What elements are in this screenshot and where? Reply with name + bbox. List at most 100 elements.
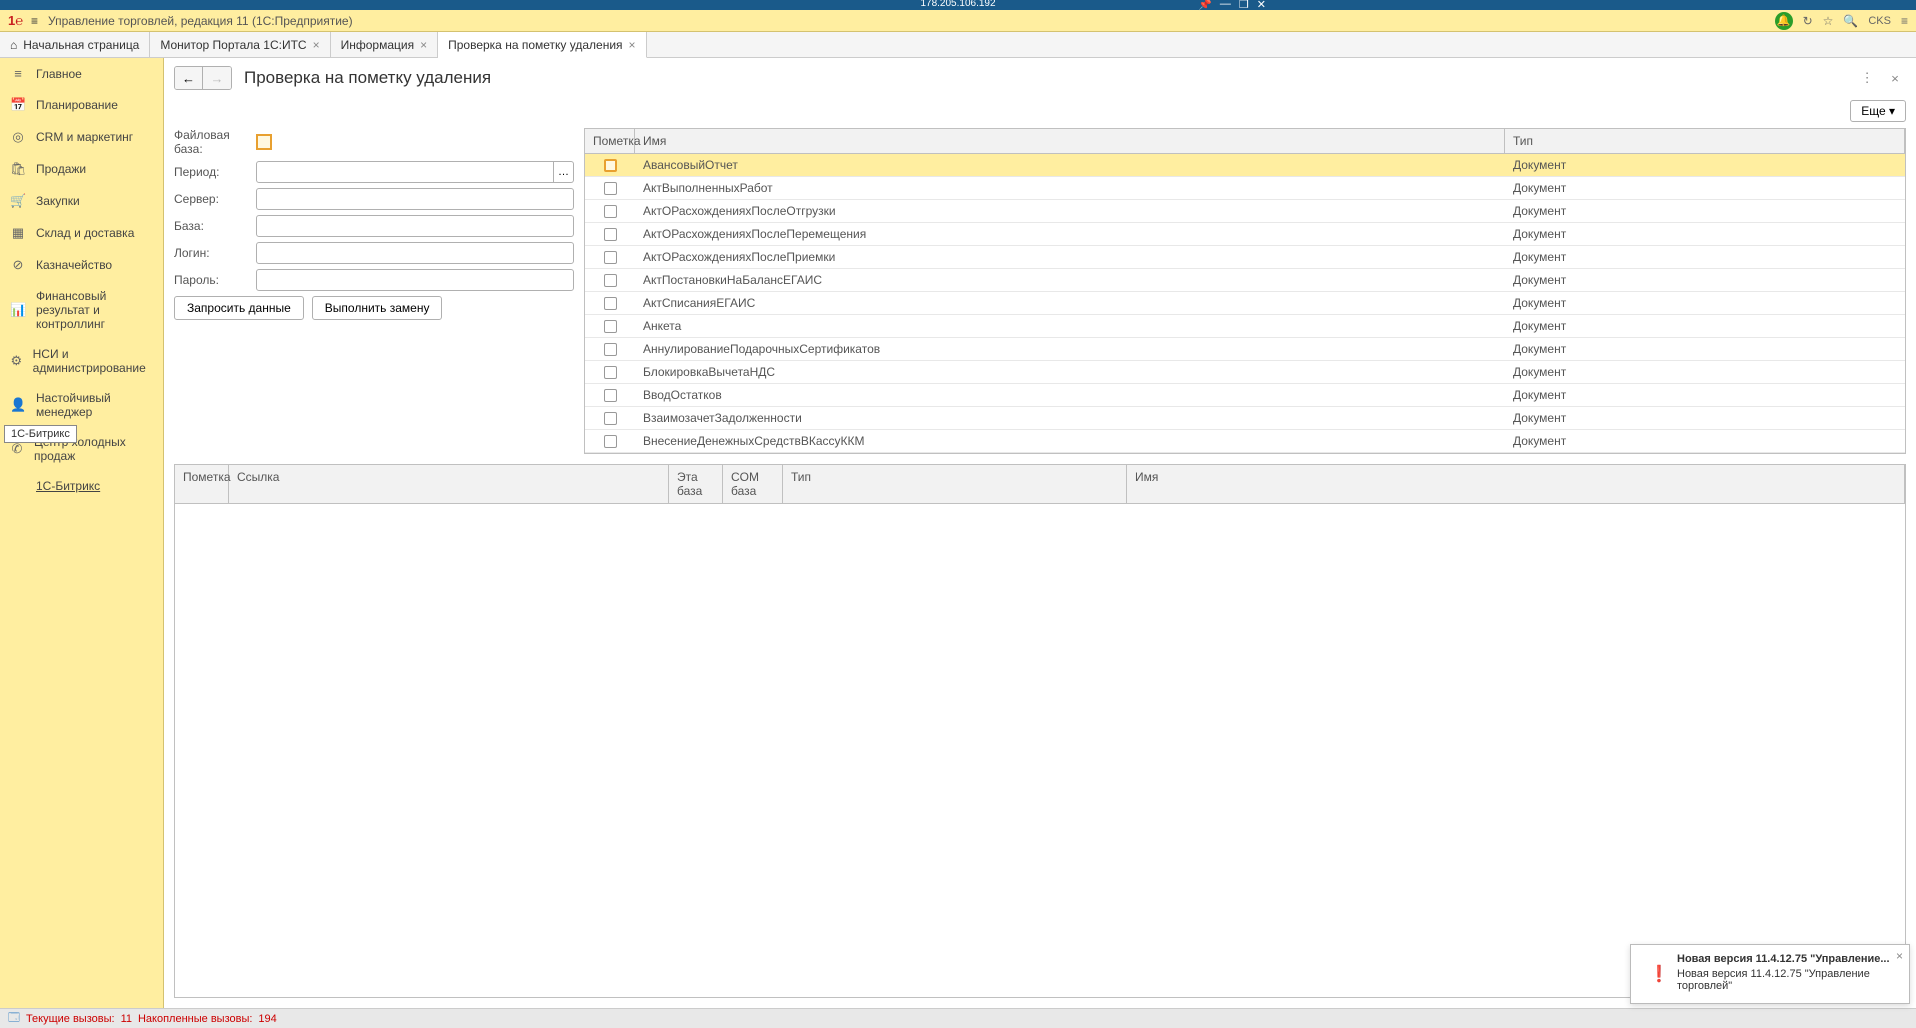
more-button[interactable]: Еще ▾	[1850, 100, 1906, 122]
table-row[interactable]: АнкетаДокумент	[585, 315, 1905, 338]
nav-forward-button[interactable]: →	[203, 67, 231, 89]
sidebar-item-nsi-admin[interactable]: ⚙НСИ и администрирование	[0, 339, 163, 383]
tab-information[interactable]: Информация ×	[331, 32, 439, 57]
file-db-checkbox[interactable]	[256, 134, 272, 150]
tab-check-deletion-mark[interactable]: Проверка на пометку удаления ×	[438, 32, 646, 58]
main-grid[interactable]: Пометка Имя Тип АвансовыйОтчетДокументАк…	[584, 128, 1906, 454]
checkbox-icon[interactable]	[604, 182, 617, 195]
bottom-header-ref[interactable]: Ссылка	[229, 465, 669, 503]
sidebar-item-sales[interactable]: 🛍Продажи	[0, 153, 163, 185]
sidebar-item-crm[interactable]: ◎CRM и маркетинг	[0, 121, 163, 153]
table-row[interactable]: АктОРасхожденияхПослеПриемкиДокумент	[585, 246, 1905, 269]
bottom-header-thisbase[interactable]: Эта база	[669, 465, 723, 503]
execute-replace-button[interactable]: Выполнить замену	[312, 296, 443, 320]
table-row[interactable]: АннулированиеПодарочныхСертификатовДокум…	[585, 338, 1905, 361]
notifications-icon[interactable]: 🔔	[1775, 12, 1793, 30]
table-row[interactable]: АктОРасхожденияхПослеОтгрузкиДокумент	[585, 200, 1905, 223]
row-name: АктОРасхожденияхПослеПриемки	[635, 247, 1505, 267]
sidebar-item-warehouse[interactable]: ▦Склад и доставка	[0, 217, 163, 249]
bottom-header-name[interactable]: Имя	[1127, 465, 1905, 503]
username[interactable]: CKS	[1868, 15, 1891, 27]
checkbox-icon[interactable]	[604, 228, 617, 241]
table-row[interactable]: АвансовыйОтчетДокумент	[585, 154, 1905, 177]
tab-close-icon[interactable]: ×	[313, 38, 320, 52]
base-input[interactable]	[256, 215, 574, 237]
tab-monitor-its[interactable]: Монитор Портала 1С:ИТС ×	[150, 32, 330, 57]
login-input[interactable]	[256, 242, 574, 264]
table-row[interactable]: АктОРасхожденияхПослеПеремещенияДокумент	[585, 223, 1905, 246]
checkbox-icon[interactable]	[604, 205, 617, 218]
row-checkbox-cell[interactable]	[585, 317, 635, 336]
checkbox-icon[interactable]	[604, 435, 617, 448]
remote-close-icon[interactable]: ✕	[1257, 0, 1266, 11]
row-checkbox-cell[interactable]	[585, 432, 635, 451]
row-checkbox-cell[interactable]	[585, 271, 635, 290]
checkbox-icon[interactable]	[604, 320, 617, 333]
remote-restore-icon[interactable]: ❐	[1239, 0, 1249, 11]
remote-pin-icon[interactable]: 📌	[1198, 0, 1212, 11]
close-page-icon[interactable]: ×	[1884, 67, 1906, 89]
checkbox-icon[interactable]	[604, 251, 617, 264]
table-row[interactable]: БлокировкаВычетаНДСДокумент	[585, 361, 1905, 384]
nav-back-button[interactable]: ←	[175, 67, 203, 89]
grid-header-name[interactable]: Имя	[635, 129, 1505, 153]
sidebar-item-purchases[interactable]: 🛒Закупки	[0, 185, 163, 217]
row-checkbox-cell[interactable]	[585, 225, 635, 244]
table-row[interactable]: ВводОстатковДокумент	[585, 384, 1905, 407]
checkbox-icon[interactable]	[604, 297, 617, 310]
row-checkbox-cell[interactable]	[585, 202, 635, 221]
tab-close-icon[interactable]: ×	[420, 38, 427, 52]
tab-close-icon[interactable]: ×	[629, 38, 636, 52]
update-notification[interactable]: × ❗ Новая версия 11.4.12.75 "Управление.…	[1630, 944, 1910, 1004]
gear-icon: ⚙	[10, 353, 23, 369]
checkbox-icon[interactable]	[604, 366, 617, 379]
sidebar-item-label: 1С-Битрикс	[36, 479, 100, 493]
remote-minimize-icon[interactable]: —	[1220, 0, 1231, 11]
notification-close-icon[interactable]: ×	[1896, 949, 1903, 963]
row-checkbox-cell[interactable]	[585, 386, 635, 405]
server-input[interactable]	[256, 188, 574, 210]
tab-home[interactable]: ⌂ Начальная страница	[0, 32, 150, 57]
history-icon[interactable]: ↻	[1803, 14, 1813, 28]
sidebar-item-bitrix[interactable]: 1С-Битрикс	[0, 471, 163, 501]
sidebar-item-main[interactable]: ≡Главное	[0, 58, 163, 89]
row-checkbox-cell[interactable]	[585, 409, 635, 428]
table-row[interactable]: АктВыполненныхРаботДокумент	[585, 177, 1905, 200]
table-row[interactable]: ВнесениеДенежныхСредствВКассуККМДокумент	[585, 430, 1905, 453]
favorite-icon[interactable]: ☆	[1823, 14, 1834, 28]
table-row[interactable]: АктПостановкиНаБалансЕГАИСДокумент	[585, 269, 1905, 292]
bottom-header-mark[interactable]: Пометка	[175, 465, 229, 503]
sidebar-item-planning[interactable]: 📅Планирование	[0, 89, 163, 121]
row-checkbox-cell[interactable]	[585, 179, 635, 198]
sidebar-item-manager[interactable]: 👤Настойчивый менеджер	[0, 383, 163, 427]
row-checkbox-cell[interactable]	[585, 156, 635, 175]
main-menu-icon[interactable]: ≡	[31, 14, 38, 28]
checkbox-icon[interactable]	[604, 274, 617, 287]
checkbox-icon[interactable]	[604, 159, 617, 172]
password-input[interactable]	[256, 269, 574, 291]
row-checkbox-cell[interactable]	[585, 363, 635, 382]
sidebar-item-finance[interactable]: 📊Финансовый результат и контроллинг	[0, 281, 163, 339]
period-picker-button[interactable]: …	[554, 161, 574, 183]
more-menu-icon[interactable]: ⋮	[1856, 67, 1878, 89]
table-row[interactable]: ВзаимозачетЗадолженностиДокумент	[585, 407, 1905, 430]
settings-menu-icon[interactable]: ≡	[1901, 14, 1908, 28]
search-icon[interactable]: 🔍	[1843, 14, 1858, 28]
checkbox-icon[interactable]	[604, 389, 617, 402]
row-checkbox-cell[interactable]	[585, 248, 635, 267]
row-checkbox-cell[interactable]	[585, 294, 635, 313]
row-checkbox-cell[interactable]	[585, 340, 635, 359]
bag-icon: 🛍	[10, 161, 26, 177]
bottom-header-combase[interactable]: COM база	[723, 465, 783, 503]
sidebar-item-treasury[interactable]: ⊘Казначейство	[0, 249, 163, 281]
checkbox-icon[interactable]	[604, 343, 617, 356]
period-input[interactable]	[256, 161, 554, 183]
bottom-grid[interactable]: Пометка Ссылка Эта база COM база Тип Имя	[174, 464, 1906, 998]
grid-header-type[interactable]: Тип	[1505, 129, 1905, 153]
bottom-header-type[interactable]: Тип	[783, 465, 1127, 503]
sidebar-item-label: Финансовый результат и контроллинг	[36, 289, 153, 331]
checkbox-icon[interactable]	[604, 412, 617, 425]
request-data-button[interactable]: Запросить данные	[174, 296, 304, 320]
table-row[interactable]: АктСписанияЕГАИСДокумент	[585, 292, 1905, 315]
grid-header-mark[interactable]: Пометка	[585, 129, 635, 153]
